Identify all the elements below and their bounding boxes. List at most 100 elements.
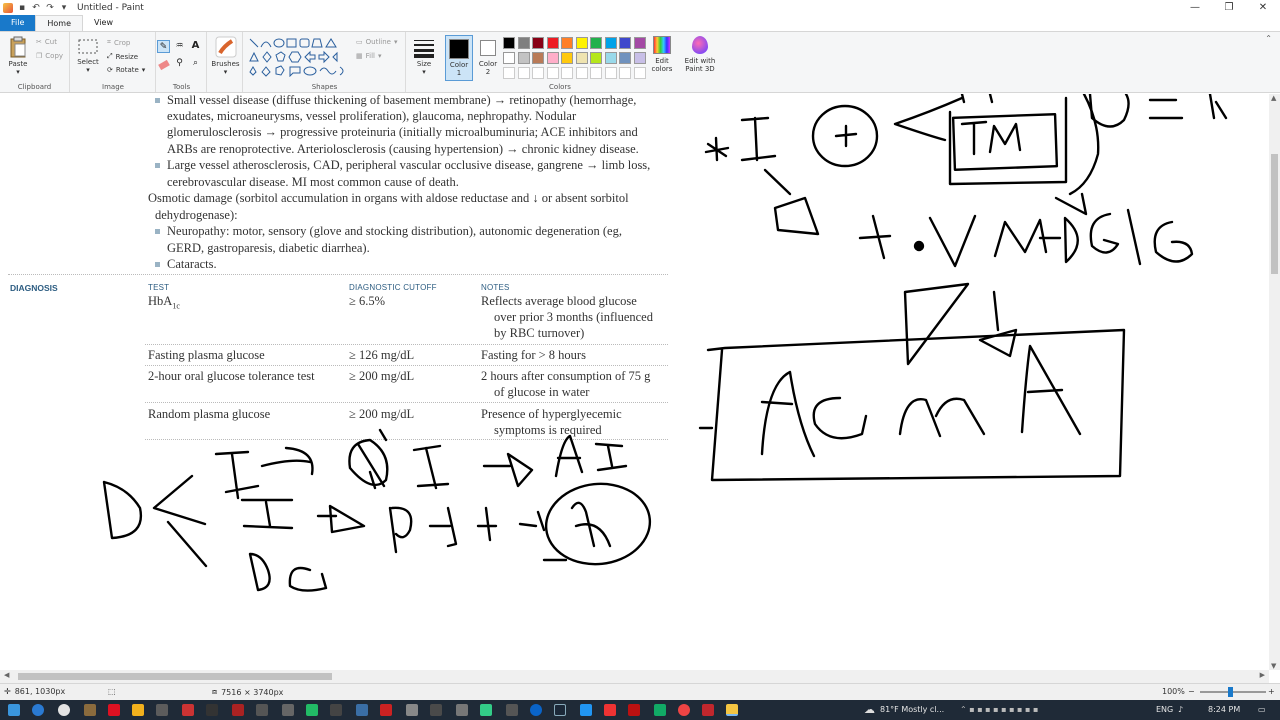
undo-icon[interactable]: ↶ (31, 3, 41, 13)
taskbar-app-icon[interactable] (84, 704, 96, 716)
taskbar-app-icon[interactable] (58, 704, 70, 716)
clock[interactable]: 8:24 PM (1208, 705, 1240, 714)
horizontal-scroll-thumb[interactable] (18, 673, 332, 680)
palette-swatch[interactable] (546, 52, 559, 64)
fill-button[interactable]: ▦ Fill ▾ (356, 52, 382, 60)
maximize-button[interactable]: ❐ (1212, 0, 1246, 15)
taskbar-app-icon[interactable] (554, 704, 566, 716)
palette-swatch[interactable] (503, 37, 515, 49)
copy-button[interactable]: ❐ Copy (36, 52, 63, 60)
zoom-slider-thumb[interactable] (1228, 687, 1233, 697)
taskbar-app-icon[interactable] (182, 704, 194, 716)
taskbar-app-icon[interactable] (306, 704, 318, 716)
magnifier-tool[interactable]: ⌕ (189, 58, 202, 71)
eraser-tool[interactable] (157, 58, 170, 71)
paste-button[interactable]: Paste ▾ (5, 36, 31, 76)
palette-swatch[interactable] (561, 37, 573, 49)
color1-button[interactable]: Color 1 (445, 35, 473, 81)
notification-icon[interactable]: ▭ (1258, 705, 1266, 714)
palette-empty-swatch[interactable] (633, 67, 646, 79)
taskbar-app-icon[interactable] (232, 704, 244, 716)
taskbar-paint-icon[interactable] (726, 704, 738, 716)
ribbon-collapse-icon[interactable]: ⌃ (1265, 34, 1272, 43)
taskbar-app-icon[interactable] (330, 704, 342, 716)
taskbar-app-icon[interactable] (604, 704, 616, 716)
palette-swatch[interactable] (532, 37, 544, 49)
palette-swatch[interactable] (517, 52, 530, 64)
text-tool[interactable]: A (189, 40, 202, 53)
scroll-down-arrow-icon[interactable]: ▼ (1271, 662, 1276, 670)
color-picker-tool[interactable]: ⚲ (173, 58, 186, 71)
language-indicator[interactable]: ENG (1156, 705, 1173, 714)
select-button[interactable]: Select ▾ (75, 38, 101, 74)
rotate-button[interactable]: ⟳ Rotate ▾ (107, 66, 145, 74)
taskbar-app-icon[interactable] (456, 704, 468, 716)
zoom-in-button[interactable]: + (1268, 687, 1275, 696)
tab-home[interactable]: Home (35, 15, 84, 31)
vertical-scrollbar[interactable]: ▲ ▼ (1269, 94, 1280, 670)
horizontal-scrollbar[interactable]: ◀ ▶ (0, 670, 1269, 683)
palette-swatch[interactable] (619, 52, 631, 64)
taskbar-app-icon[interactable] (430, 704, 442, 716)
palette-swatch[interactable] (575, 37, 588, 49)
palette-empty-swatch[interactable] (619, 67, 631, 79)
minimize-button[interactable]: — (1178, 0, 1212, 15)
cut-button[interactable]: ✂ Cut (36, 38, 57, 46)
palette-swatch[interactable] (619, 37, 631, 49)
taskbar-app-icon[interactable] (256, 704, 268, 716)
taskbar-app-icon[interactable] (506, 704, 518, 716)
color2-button[interactable]: Color 2 (474, 35, 502, 81)
palette-swatch[interactable] (633, 52, 646, 64)
size-button[interactable]: Size ▾ (410, 38, 438, 76)
save-icon[interactable]: ▪ (17, 3, 27, 13)
taskbar-app-icon[interactable] (206, 704, 218, 716)
customize-dropdown-icon[interactable]: ▾ (59, 3, 69, 13)
start-button-icon[interactable] (8, 704, 20, 716)
taskbar-app-icon[interactable] (530, 704, 542, 716)
outline-button[interactable]: ▭ Outline ▾ (356, 38, 397, 46)
taskbar-app-icon[interactable] (678, 704, 690, 716)
taskbar-app-icon[interactable] (108, 704, 120, 716)
palette-swatch[interactable] (575, 52, 588, 64)
taskbar-app-icon[interactable] (406, 704, 418, 716)
palette-swatch[interactable] (633, 37, 646, 49)
taskbar-app-icon[interactable] (628, 704, 640, 716)
zoom-out-button[interactable]: − (1188, 687, 1195, 696)
drawing-canvas[interactable]: Small vessel disease (diffuse thickening… (0, 94, 1269, 670)
pencil-tool[interactable]: ✎ (157, 40, 170, 53)
zoom-slider[interactable] (1200, 687, 1266, 697)
palette-empty-swatch[interactable] (546, 67, 559, 79)
taskbar-app-icon[interactable] (32, 704, 44, 716)
palette-empty-swatch[interactable] (517, 67, 530, 79)
palette-empty-swatch[interactable] (575, 67, 588, 79)
taskbar-app-icon[interactable] (132, 704, 144, 716)
palette-swatch[interactable] (604, 37, 617, 49)
redo-icon[interactable]: ↷ (45, 3, 55, 13)
palette-swatch[interactable] (604, 52, 617, 64)
weather-text[interactable]: 81°F Mostly cl... (880, 705, 944, 714)
crop-button[interactable]: ⌗ Crop (107, 38, 130, 47)
brushes-button[interactable]: Brushes ▾ (210, 36, 241, 76)
resize-button[interactable]: ⤢ Resize (107, 52, 138, 61)
tab-file[interactable]: File (0, 15, 36, 31)
taskbar-app-icon[interactable] (156, 704, 168, 716)
palette-swatch[interactable] (517, 37, 530, 49)
palette-empty-swatch[interactable] (503, 67, 515, 79)
palette-empty-swatch[interactable] (590, 67, 602, 79)
palette-swatch[interactable] (590, 52, 602, 64)
system-tray-icons[interactable]: ⌃ ▪ ▪ ▪ ▪ ▪ ▪ ▪ ▪ ▪ (960, 705, 1038, 714)
taskbar-app-icon[interactable] (356, 704, 368, 716)
edit-with-paint3d-button[interactable]: Edit with Paint 3D (681, 36, 719, 73)
palette-swatch[interactable] (590, 37, 602, 49)
palette-swatch[interactable] (532, 52, 544, 64)
scroll-left-arrow-icon[interactable]: ◀ (4, 671, 9, 679)
taskbar-app-icon[interactable] (654, 704, 666, 716)
taskbar-app-icon[interactable] (702, 704, 714, 716)
palette-empty-swatch[interactable] (561, 67, 573, 79)
palette-swatch[interactable] (546, 37, 559, 49)
edit-colors-button[interactable]: Edit colors (649, 36, 675, 73)
palette-empty-swatch[interactable] (604, 67, 617, 79)
freehand-ink-drawing[interactable] (0, 94, 1269, 670)
taskbar-app-icon[interactable] (580, 704, 592, 716)
tab-view[interactable]: View (83, 15, 124, 31)
